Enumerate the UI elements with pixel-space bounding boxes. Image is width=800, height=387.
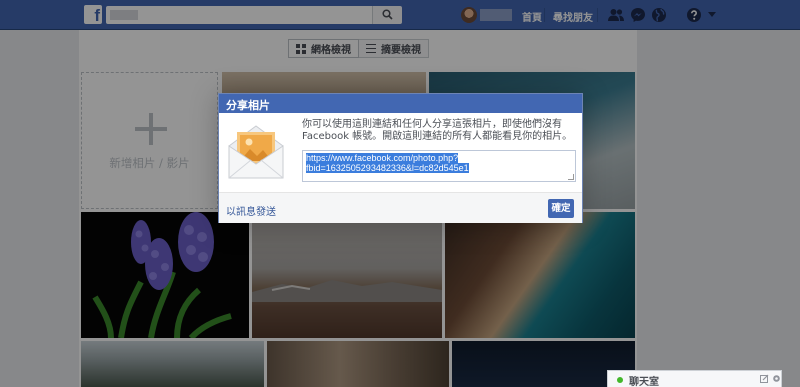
chat-label: 聊天室 <box>629 377 659 387</box>
gear-icon[interactable] <box>772 374 781 383</box>
chat-bar[interactable]: 聊天室 <box>607 370 782 387</box>
envelope-photo-icon <box>228 125 284 179</box>
online-status-dot-icon <box>617 377 623 383</box>
send-in-message-link[interactable]: 以訊息發送 <box>226 203 276 218</box>
confirm-button[interactable]: 確定 <box>548 199 574 218</box>
dialog-body: 你可以使用這則連結和任何人分享這張相片，即使他們沒有 Facebook 帳號。開… <box>219 113 582 192</box>
dialog-title: 分享相片 <box>219 94 582 113</box>
resize-grip-icon[interactable] <box>568 174 574 180</box>
share-link-field[interactable]: https://www.facebook.com/photo.php? fbid… <box>302 150 576 182</box>
dialog-description: 你可以使用這則連結和任何人分享這張相片，即使他們沒有 Facebook 帳號。開… <box>302 119 573 142</box>
share-link-line-1: https://www.facebook.com/photo.php? <box>306 153 459 163</box>
compose-icon[interactable] <box>760 374 769 383</box>
share-photo-dialog: 分享相片 你可以使用這則連結和任何人分享這張相片，即使他們沒有 Facebook… <box>218 93 583 223</box>
share-link-line-2: fbid=1632505293482336&l=dc82d545e1 <box>306 163 469 173</box>
dialog-footer: 以訊息發送 確定 <box>219 192 582 223</box>
